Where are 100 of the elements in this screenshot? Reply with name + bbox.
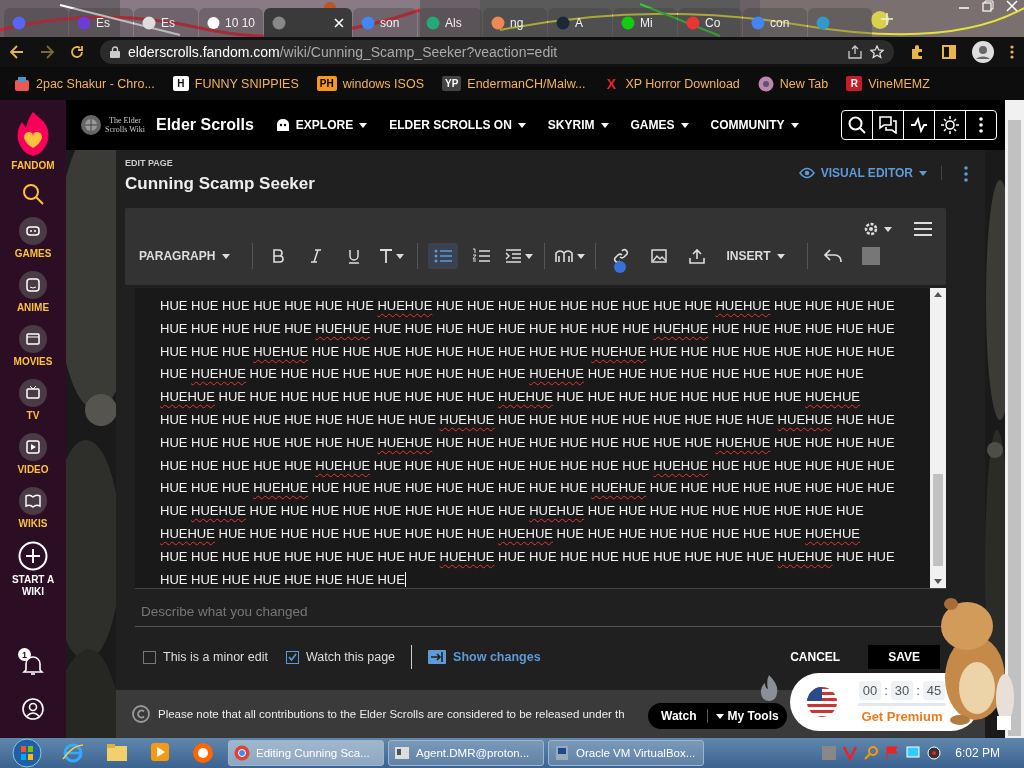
sidebar-icon[interactable] — [942, 45, 956, 59]
bookmark[interactable]: YP EndermanCH/Malw... — [441, 76, 586, 91]
nav-menu[interactable]: COMMUNITY — [710, 118, 799, 132]
site-title[interactable]: Elder Scrolls — [156, 116, 254, 134]
bookmark-icon: YP — [441, 76, 462, 91]
checkbox-option[interactable]: This is a minor edit — [143, 650, 268, 664]
browser-tab[interactable] — [808, 8, 872, 37]
indent-icon — [505, 249, 522, 263]
bookmark[interactable]: PH windows ISOS — [316, 76, 424, 91]
bookmark[interactable]: X XP Horror Download — [603, 73, 740, 94]
bookmark[interactable]: New Tab — [757, 75, 829, 92]
eye-icon — [798, 167, 815, 179]
browser-tab[interactable]: A — [548, 8, 612, 37]
scrollbar-thumb[interactable] — [933, 474, 943, 566]
browser-tab[interactable]: Co — [678, 8, 742, 37]
upload-icon[interactable] — [689, 248, 706, 264]
underline-icon[interactable] — [348, 248, 361, 264]
start-orb-icon[interactable] — [12, 738, 42, 768]
browser-icon[interactable] — [62, 742, 84, 764]
browser-tab[interactable]: Mi — [613, 8, 677, 37]
monitor-icon[interactable] — [906, 746, 921, 760]
app-icon[interactable] — [192, 742, 214, 764]
forward-icon[interactable] — [40, 45, 54, 59]
plus-circle-icon — [18, 541, 48, 571]
caret-icon — [517, 122, 526, 128]
menu-icon[interactable] — [1010, 45, 1014, 59]
scroll-down-icon[interactable] — [934, 579, 942, 584]
face-icon — [24, 276, 42, 294]
new-tab-icon[interactable] — [881, 12, 893, 25]
nav-menu[interactable]: ELDER SCROLLS ON — [389, 118, 526, 132]
paragraph-format-menu[interactable]: PARAGRAPH — [139, 249, 231, 263]
scrollbar-thumb[interactable] — [1008, 120, 1021, 736]
nav-menu[interactable]: SKYRIM — [547, 118, 609, 132]
back-icon[interactable] — [10, 45, 24, 59]
link-icon[interactable] — [613, 248, 630, 264]
key-icon[interactable] — [864, 746, 879, 760]
cancel-button[interactable]: CANCEL — [790, 650, 841, 664]
emblem-icon[interactable] — [80, 114, 102, 136]
favicon-icon — [361, 15, 375, 30]
browser-tab[interactable]: 10 10 — [199, 8, 263, 37]
bookmark[interactable]: R VineMEMZ — [846, 76, 930, 91]
bold-icon[interactable] — [272, 249, 285, 263]
user-icon[interactable] — [22, 698, 44, 720]
window-icon — [394, 745, 410, 761]
browser-tab[interactable]: Es — [134, 8, 198, 37]
scrollbar[interactable] — [930, 288, 946, 588]
caret-icon — [359, 122, 368, 128]
rail-link[interactable]: GAMES — [14, 217, 52, 259]
nav-menu[interactable]: GAMES — [630, 118, 689, 132]
favicon-icon — [12, 15, 26, 30]
settings-menu[interactable] — [862, 220, 892, 238]
rail-link[interactable]: MOVIES — [13, 325, 53, 367]
menu-icon[interactable] — [914, 222, 932, 236]
list-button[interactable] — [428, 243, 459, 269]
close-icon[interactable] — [334, 17, 344, 28]
volume-icon[interactable] — [927, 746, 942, 760]
address-bar[interactable]: elderscrolls.fandom.com/wiki/Cunning_Scamp_Seeker?veaction=edit — [100, 40, 894, 64]
browser-tab[interactable]: ng — [483, 8, 547, 37]
bookmark-icon: R — [846, 76, 863, 91]
image-icon[interactable] — [651, 249, 668, 263]
search-icon[interactable] — [22, 183, 44, 205]
favicon-icon — [686, 15, 700, 30]
checkbox[interactable] — [285, 650, 299, 664]
bookmark[interactable]: H FUNNY SNIPPIES — [172, 76, 299, 91]
play-icon — [24, 438, 42, 456]
wiki-logo-text[interactable]: The Elder Scrolls Wiki — [104, 116, 146, 134]
browser-tab[interactable]: son — [353, 8, 417, 37]
bell-icon[interactable] — [22, 654, 44, 676]
film-icon — [24, 330, 42, 348]
undo-icon[interactable] — [824, 249, 843, 263]
italic-icon[interactable] — [310, 249, 323, 263]
show-changes-link[interactable]: Show changes — [428, 650, 541, 664]
favicon-icon — [272, 15, 286, 30]
maximize-icon[interactable] — [982, 0, 994, 12]
bookmark[interactable]: 2pac Shakur - Chro... — [14, 75, 155, 92]
star-icon[interactable] — [870, 45, 884, 59]
media-player-icon[interactable] — [150, 742, 170, 762]
avatar-icon[interactable] — [972, 41, 994, 63]
browser-tab[interactable]: Als — [418, 8, 482, 37]
bookmark-icon: X — [603, 73, 620, 94]
browser-tab[interactable]: Es — [69, 8, 133, 37]
insert-menu[interactable]: INSERT — [726, 249, 786, 263]
edit-summary-field[interactable]: Describe what you changed — [135, 597, 946, 627]
checkbox-option[interactable]: Watch this page — [285, 650, 396, 664]
browser-tab[interactable]: con — [743, 8, 807, 37]
square-icon[interactable] — [862, 247, 881, 265]
checkbox[interactable] — [143, 650, 156, 664]
save-button[interactable]: SAVE — [868, 645, 940, 669]
timer-digits: 00 — [858, 680, 882, 700]
watch-button[interactable]: Watch — [648, 709, 708, 723]
share-icon[interactable] — [848, 45, 862, 59]
nav-menu[interactable]: EXPLORE — [275, 118, 368, 132]
editor-mode-menu[interactable]: VISUAL EDITOR — [798, 166, 942, 180]
page-title: Cunning Scamp Seeker — [125, 174, 315, 194]
folder-icon[interactable] — [106, 742, 128, 762]
reload-icon[interactable] — [70, 45, 84, 59]
close-icon[interactable] — [1006, 0, 1018, 12]
scroll-up-icon[interactable] — [934, 292, 942, 297]
tools-menu[interactable]: My Tools — [707, 709, 779, 723]
start-wiki-link[interactable]: START A WIKI — [8, 541, 58, 598]
